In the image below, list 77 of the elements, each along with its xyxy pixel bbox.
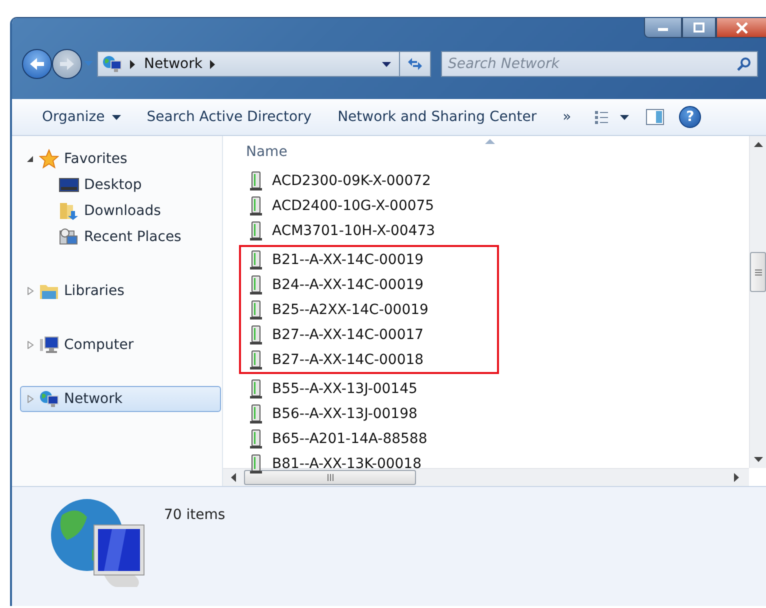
server-icon [249,196,263,216]
toolbar-button[interactable]: Organize [32,105,131,129]
server-icon [249,378,263,398]
close-button[interactable] [716,18,766,38]
file-item[interactable]: B56--A-XX-13J-00198 [241,401,497,426]
vertical-scrollbar[interactable] [749,136,766,468]
refresh-icon [407,57,423,71]
close-icon [735,22,749,34]
network-icon [102,55,122,73]
nav-item[interactable]: Computer [20,332,221,358]
server-icon [249,404,263,424]
item-count: 70 items [164,507,226,523]
server-icon [249,324,263,344]
file-item[interactable]: B27--A-XX-14C-00017 [241,322,497,347]
expand-arrow-icon[interactable] [27,155,34,163]
nav-item[interactable]: Favorites [20,146,221,172]
back-button[interactable] [22,49,52,79]
scroll-left-arrow-icon[interactable] [231,473,236,482]
computer-icon [39,336,59,354]
folder-download-icon [59,202,79,220]
breadcrumb[interactable]: Network [144,56,202,72]
file-item[interactable]: B25--A2XX-14C-00019 [241,297,497,322]
desktop-icon [59,177,79,193]
toolbar-button[interactable]: » [552,105,582,129]
network-icon [39,390,59,408]
minimize-button[interactable] [644,18,682,38]
server-icon [249,250,263,270]
caret-icon [112,114,121,120]
nav-item[interactable]: Recent Places [20,224,221,250]
name-column-header[interactable]: Name [241,144,749,166]
server-icon [249,454,263,474]
file-item[interactable]: B55--A-XX-13J-00145 [241,376,497,401]
server-icon [249,350,263,370]
file-item[interactable]: B27--A-XX-14C-00018 [241,347,497,372]
scroll-right-arrow-icon[interactable] [734,473,739,482]
file-item[interactable]: ACM3701-10H-X-00473 [241,218,497,243]
file-item[interactable]: B21--A-XX-14C-00019 [241,247,497,272]
grip-icon [754,268,762,276]
search-icon [737,57,751,71]
server-icon [249,300,263,320]
breadcrumb-arrow-icon [210,60,216,68]
server-icon [249,428,263,448]
maximize-button[interactable] [682,18,716,38]
server-icon [249,170,263,190]
maximize-icon [692,22,706,34]
help-button[interactable]: ? [679,106,702,128]
search-field[interactable]: Search Network [441,51,758,77]
preview-pane-icon [646,109,664,125]
file-item[interactable]: ACD2300-09K-X-00072 [241,168,497,193]
horizontal-scrollbar[interactable] [223,468,749,486]
file-item[interactable]: B24--A-XX-14C-00019 [241,272,497,297]
file-item[interactable]: ACD2400-10G-X-00075 [241,193,497,218]
forward-arrow-icon [59,57,75,71]
grip-icon [326,474,334,481]
address-bar[interactable]: Network [97,51,400,77]
dropdown-icon[interactable] [382,62,391,66]
nav-item[interactable]: Desktop [20,172,221,198]
breadcrumb-arrow-icon [130,60,136,68]
scroll-down-arrow-icon[interactable] [754,457,762,462]
list-view-icon [594,110,630,124]
star-icon [39,149,59,169]
nav-item[interactable]: Downloads [20,198,221,224]
nav-item[interactable]: Network [20,386,221,412]
folder-icon [39,282,59,300]
file-item[interactable]: B65--A201-14A-88588 [241,426,497,451]
toolbar-button[interactable]: Search Active Directory [136,105,322,129]
nav-item[interactable]: Libraries [20,278,221,304]
refresh-button[interactable] [399,51,431,77]
recent-places-icon [59,228,79,246]
forward-button[interactable] [52,49,82,79]
server-icon [249,220,263,240]
toolbar-button[interactable]: Network and Sharing Center [328,105,547,129]
back-arrow-icon [29,57,45,71]
file-item[interactable]: B81--A-XX-13K-00018 [241,451,497,476]
server-icon [249,274,263,294]
sort-arrow-icon [485,139,495,144]
scroll-up-arrow-icon[interactable] [754,142,762,147]
